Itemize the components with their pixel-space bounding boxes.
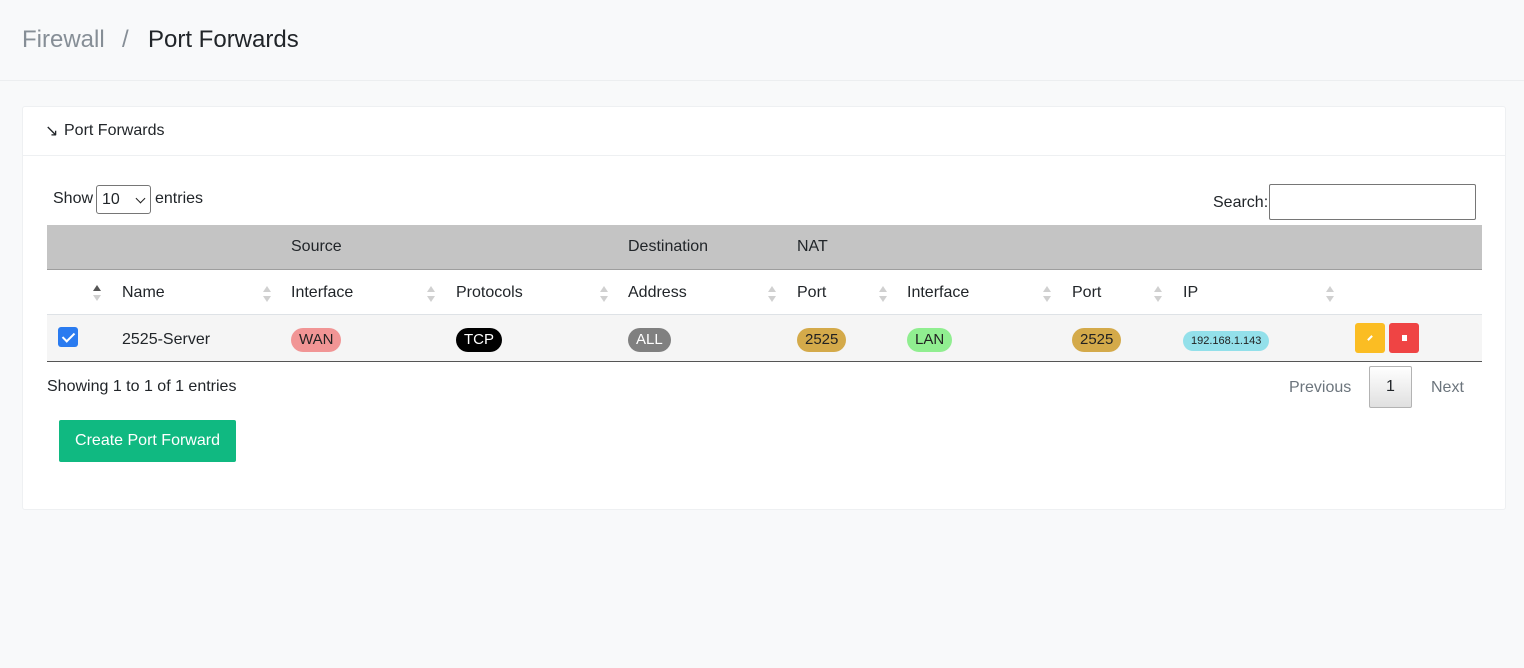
entries-select-value: 10 [102,191,120,208]
card-header[interactable]: ↘ Port Forwards [23,107,1505,156]
sort-name-icon[interactable] [263,286,271,302]
ip-badge: 192.168.1.143 [1183,331,1270,351]
top-bar: Firewall / Port Forwards [0,0,1524,81]
column-header-address[interactable]: Address [628,284,687,302]
table-info: Showing 1 to 1 of 1 entries [47,378,237,395]
entries-label: entries [155,190,204,207]
sort-destination-port-icon[interactable] [879,286,887,302]
sort-nat-interface-icon[interactable] [1043,286,1051,302]
column-header-nat-port[interactable]: Port [1072,284,1101,302]
card-title: Port Forwards [64,122,165,139]
column-header-name[interactable]: Name [122,284,165,302]
group-header-nat: NAT [797,238,828,255]
search-label: Search: [1213,194,1269,211]
source-interface-badge: WAN [291,328,342,352]
group-header-destination: Destination [628,238,709,255]
sort-source-interface-icon[interactable] [427,286,435,302]
breadcrumb-separator: / [122,26,129,53]
breadcrumb-firewall-link[interactable]: Firewall [22,26,105,54]
column-header-destination-port[interactable]: Port [797,284,826,302]
pagination-previous[interactable]: Previous [1289,379,1351,397]
sort-protocols-icon[interactable] [600,286,608,302]
edit-button[interactable] [1355,323,1385,353]
column-header-ip[interactable]: IP [1183,284,1198,302]
entries-per-page-select[interactable]: 10 [96,185,151,214]
page-title: Port Forwards [148,26,299,53]
create-port-forward-button[interactable]: Create Port Forward [59,420,236,462]
search-input[interactable] [1269,184,1476,220]
nat-interface-badge: LAN [907,328,953,352]
destination-port-badge: 2525 [797,328,847,352]
pagination-next[interactable]: Next [1431,379,1464,397]
sort-nat-port-icon[interactable] [1154,286,1162,302]
sort-checkbox-column-icon[interactable] [93,285,101,301]
table-group-header [47,225,1482,270]
delete-button[interactable] [1389,323,1419,353]
pencil-icon [1367,335,1373,341]
show-label: Show [53,190,94,207]
address-badge: ALL [628,328,671,352]
sort-ip-icon[interactable] [1326,286,1334,302]
row-select-checkbox[interactable] [58,327,78,347]
sort-address-icon[interactable] [768,286,776,302]
row-name: 2525-Server [122,331,211,348]
column-header-nat-interface[interactable]: Interface [907,284,969,302]
trash-icon [1402,335,1407,341]
collapse-arrow-icon[interactable]: ↘ [45,121,58,141]
group-header-source: Source [291,238,342,255]
port-forwards-card: ↘ Port Forwards Show 10 entries Search: … [22,106,1506,510]
protocol-badge: TCP [456,328,502,352]
column-header-source-interface[interactable]: Interface [291,284,353,302]
nat-port-badge: 2525 [1072,328,1122,352]
chevron-down-icon [135,193,146,204]
pagination-page-1[interactable]: 1 [1369,366,1412,408]
column-header-protocols[interactable]: Protocols [456,284,523,302]
